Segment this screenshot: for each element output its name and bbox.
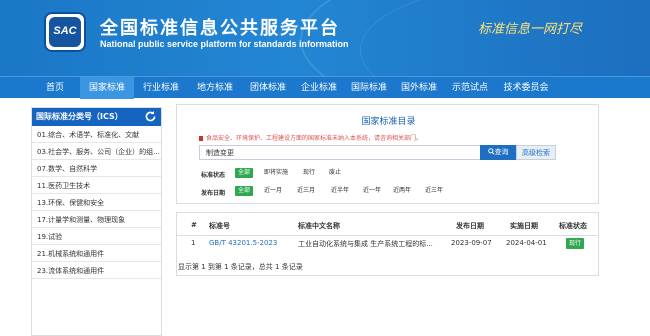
sidebar-item-13[interactable]: 13.环保、保健和安全 [32, 195, 161, 211]
sidebar-item-19[interactable]: 19.试验 [32, 229, 161, 245]
sidebar-item-23[interactable]: 23.流体系统和通用件 [32, 263, 161, 279]
sac-logo[interactable]: SAC [44, 12, 86, 52]
effective-date: 2024-04-01 [506, 239, 547, 247]
advanced-search-button[interactable]: 高级检索 [516, 145, 556, 160]
col-header-effective: 实施日期 [510, 222, 538, 230]
date-filter-3m[interactable]: 近三月 [297, 186, 315, 196]
logo-text: SAC [53, 25, 77, 37]
sidebar-item-07[interactable]: 07.数学、自然科学 [32, 161, 161, 177]
divider [177, 235, 598, 236]
main-nav: 首页 国家标准 行业标准 地方标准 团体标准 企业标准 国际标准 国外标准 示范… [0, 76, 650, 99]
nav-item-pilot[interactable]: 示范试点 [444, 77, 496, 99]
date-filter-1y[interactable]: 近一年 [363, 186, 381, 196]
publish-date: 2023-09-07 [451, 239, 492, 247]
slogan: 标准信息一网打尽 [478, 22, 583, 37]
site-subtitle: National public service platform for sta… [100, 39, 349, 49]
search-button[interactable]: 查询 [480, 145, 516, 160]
sidebar-header: 国际标准分类号（ICS） [32, 108, 161, 126]
date-filter-2y[interactable]: 近两年 [393, 186, 411, 196]
date-filter-6m[interactable]: 近半年 [331, 186, 349, 196]
status-filter-all[interactable]: 全部 [235, 168, 254, 178]
catalog-title: 国家标准目录 [361, 117, 416, 127]
nav-item-foreign[interactable]: 国外标准 [394, 77, 444, 99]
nav-item-international[interactable]: 国际标准 [344, 77, 394, 99]
flag-icon [199, 136, 203, 141]
search-button-label: 查询 [494, 148, 509, 156]
sidebar-item-03[interactable]: 03.社会学、服务、公司（企业）的组... [32, 144, 161, 160]
nav-item-industry[interactable]: 行业标准 [134, 77, 188, 99]
sidebar-item-17[interactable]: 17.计量学和测量、物理现象 [32, 212, 161, 228]
nav-item-group[interactable]: 团体标准 [242, 77, 294, 99]
nav-item-committee[interactable]: 技术委员会 [496, 77, 556, 99]
sidebar-item-01[interactable]: 01.综合、术语学、标准化、文献 [32, 127, 161, 143]
sidebar-item-11[interactable]: 11.医药卫生技术 [32, 178, 161, 194]
status-filter-abolished[interactable]: 废止 [329, 168, 341, 178]
date-filter-all[interactable]: 全部 [235, 186, 254, 196]
col-header-name: 标准中文名称 [298, 222, 340, 230]
status-filter-upcoming[interactable]: 即将实施 [264, 168, 288, 178]
nav-item-enterprise[interactable]: 企业标准 [294, 77, 344, 99]
page: SAC 全国标准信息公共服务平台 National public service… [0, 0, 650, 336]
standard-code-link[interactable]: GB/T 43201.5-2023 [209, 239, 277, 247]
refresh-icon[interactable] [144, 110, 157, 123]
row-code-cell: GB/T 43201.5-2023 [209, 239, 277, 247]
nav-item-national[interactable]: 国家标准 [80, 77, 134, 99]
sidebar-title: 国际标准分类号（ICS） [36, 112, 123, 121]
search-input[interactable] [199, 145, 481, 160]
site-title: 全国标准信息公共服务平台 [100, 18, 340, 39]
nav-item-home[interactable]: 首页 [30, 77, 80, 99]
notice-text: 食品安全、环境保护、工程建设方面的国家标准未纳入本系统，请咨询相关部门。 [199, 133, 422, 142]
standard-name[interactable]: 工业自动化系统与集成 生产系统工程的标... [298, 239, 433, 249]
notice-message: 食品安全、环境保护、工程建设方面的国家标准未纳入本系统，请咨询相关部门。 [206, 135, 423, 142]
status-filter-current[interactable]: 现行 [303, 168, 315, 178]
banner-decoration [360, 0, 650, 76]
header-banner: SAC 全国标准信息公共服务平台 National public service… [0, 0, 650, 76]
status-badge: 现行 [566, 238, 584, 249]
col-header-code: 标准号 [209, 222, 230, 230]
result-summary: 显示第 1 到第 1 条记录，总共 1 条记录 [178, 263, 303, 271]
status-filter-label: 标准状态 [201, 172, 226, 179]
search-icon [487, 148, 495, 155]
col-header-status: 标准状态 [559, 222, 587, 230]
sidebar-item-21[interactable]: 21.机械系统和通用件 [32, 246, 161, 262]
col-header-publish: 发布日期 [456, 222, 484, 230]
catalog-panel: 国家标准目录 食品安全、环境保护、工程建设方面的国家标准未纳入本系统，请咨询相关… [176, 104, 599, 204]
date-filter-label: 发布日期 [201, 190, 226, 197]
nav-item-local[interactable]: 地方标准 [188, 77, 242, 99]
logo-badge: SAC [49, 17, 81, 47]
date-filter-3y[interactable]: 近三年 [425, 186, 443, 196]
col-header-index: # [191, 221, 197, 229]
row-index: 1 [191, 239, 196, 247]
ics-sidebar: 国际标准分类号（ICS） 01.综合、术语学、标准化、文献 03.社会学、服务、… [31, 107, 162, 336]
date-filter-1m[interactable]: 近一月 [264, 186, 282, 196]
